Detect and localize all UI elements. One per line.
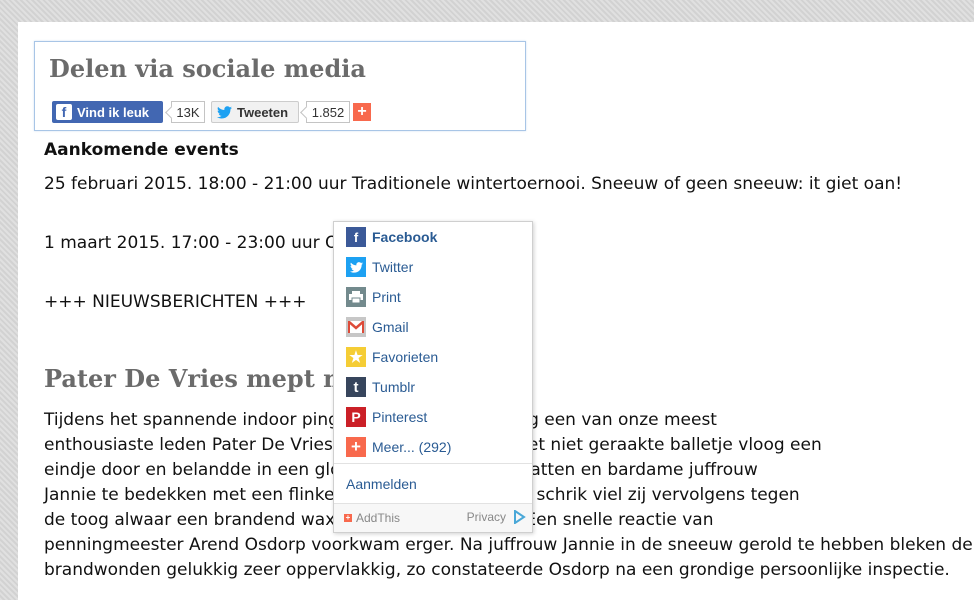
menu-item-label: Favorieten bbox=[372, 349, 439, 365]
tweet-label: Tweeten bbox=[237, 104, 289, 120]
twitter-icon bbox=[346, 257, 366, 277]
menu-item-label: Meer... (292) bbox=[372, 439, 452, 455]
menu-item-tumblr[interactable]: t Tumblr bbox=[346, 376, 415, 398]
addthis-brand-link[interactable]: + AddThis bbox=[344, 511, 400, 525]
facebook-icon: f bbox=[346, 227, 366, 247]
event-line-2: 1 maart 2015. 17:00 - 23:00 uur Ope bbox=[44, 233, 360, 253]
print-icon bbox=[346, 287, 366, 307]
plus-icon: + bbox=[346, 437, 366, 457]
privacy-info-icon bbox=[512, 510, 526, 524]
events-heading: Aankomende events bbox=[44, 140, 239, 160]
menu-divider bbox=[334, 463, 532, 464]
addthis-more-button[interactable]: + bbox=[353, 103, 371, 121]
event-line-1: 25 februari 2015. 18:00 - 21:00 uur Trad… bbox=[44, 174, 903, 194]
news-marker: +++ NIEUWSBERICHTEN +++ bbox=[44, 292, 307, 312]
menu-item-label: Facebook bbox=[372, 229, 438, 245]
addthis-logo-icon: + bbox=[344, 513, 352, 522]
menu-item-label: Tumblr bbox=[372, 379, 416, 395]
menu-item-print[interactable]: Print bbox=[346, 286, 401, 308]
addthis-brand-label: AddThis bbox=[356, 511, 401, 525]
menu-item-label: Print bbox=[372, 289, 401, 305]
tumblr-icon: t bbox=[346, 377, 366, 397]
share-widget: Delen via sociale media f Vind ik leuk 1… bbox=[34, 41, 526, 131]
menu-item-favorieten[interactable]: ★ Favorieten bbox=[346, 346, 438, 368]
tweet-count: 1.852 bbox=[306, 101, 350, 123]
menu-item-label: Twitter bbox=[372, 259, 414, 275]
facebook-like-count: 13K bbox=[171, 101, 205, 123]
article-title: Pater De Vries mept mis bbox=[44, 364, 372, 393]
gmail-icon bbox=[346, 317, 366, 337]
tweet-button[interactable]: Tweeten bbox=[211, 101, 299, 123]
facebook-like-button[interactable]: f Vind ik leuk bbox=[52, 101, 163, 123]
login-link[interactable]: Aanmelden bbox=[346, 476, 417, 492]
article-line: penningmeester Arend Osdorp voorkwam erg… bbox=[44, 535, 973, 555]
menu-item-label: Gmail bbox=[372, 319, 409, 335]
privacy-label: Privacy bbox=[466, 510, 506, 524]
menu-item-more[interactable]: + Meer... (292) bbox=[346, 436, 451, 458]
pinterest-icon: P bbox=[346, 407, 366, 427]
privacy-link[interactable]: Privacy bbox=[467, 510, 526, 524]
addthis-share-menu: f Facebook Twitter Print Gmail ★ Favorie… bbox=[333, 221, 533, 533]
menu-item-twitter[interactable]: Twitter bbox=[346, 256, 413, 278]
menu-footer: + AddThis Privacy bbox=[334, 504, 532, 532]
star-icon: ★ bbox=[346, 347, 366, 367]
facebook-icon: f bbox=[56, 104, 72, 120]
article-line: brandwonden gelukkig zeer oppervlakkig, … bbox=[44, 560, 950, 580]
facebook-like-label: Vind ik leuk bbox=[77, 104, 150, 120]
menu-item-gmail[interactable]: Gmail bbox=[346, 316, 409, 338]
menu-item-pinterest[interactable]: P Pinterest bbox=[346, 406, 427, 428]
share-title: Delen via sociale media bbox=[49, 54, 366, 83]
twitter-bird-icon bbox=[216, 104, 232, 120]
menu-item-facebook[interactable]: f Facebook bbox=[346, 226, 437, 248]
menu-item-label: Pinterest bbox=[372, 409, 428, 425]
